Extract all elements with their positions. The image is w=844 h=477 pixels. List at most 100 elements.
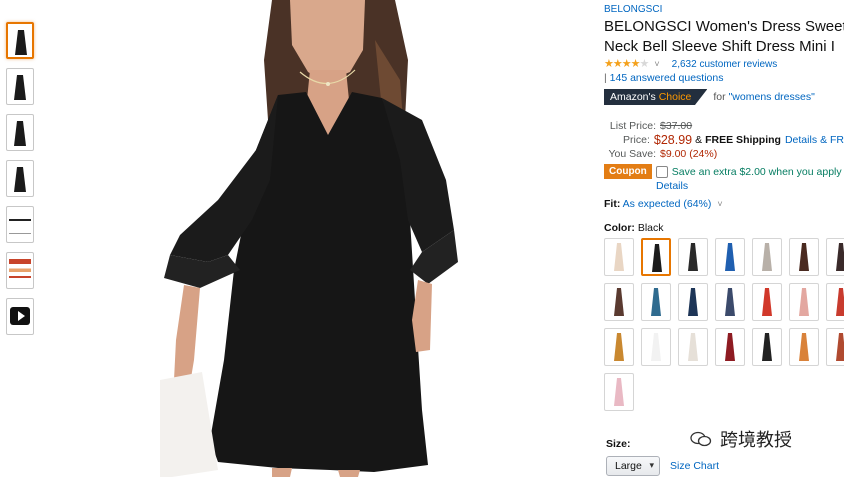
color-swatch[interactable] bbox=[678, 238, 708, 276]
answered-questions-link[interactable]: 145 answered questions bbox=[610, 72, 724, 84]
swatch-dress-icon bbox=[651, 288, 661, 316]
color-swatch[interactable] bbox=[752, 238, 782, 276]
color-swatch[interactable] bbox=[641, 283, 671, 321]
price-amp: & bbox=[695, 134, 703, 146]
color-value: Black bbox=[637, 222, 664, 234]
watermark: 跨境教授 bbox=[690, 426, 792, 452]
color-row: Color: Black bbox=[604, 222, 844, 234]
swatch-dress-icon bbox=[799, 333, 809, 361]
size-chart-link[interactable]: Size Chart bbox=[670, 460, 719, 472]
thumbnail-dress-icon bbox=[14, 167, 26, 192]
swatch-dress-icon bbox=[614, 333, 624, 361]
badge-choice: Choice bbox=[658, 91, 692, 103]
fit-chevron-down-icon[interactable]: ˅ bbox=[717, 199, 722, 209]
thumbnail-6[interactable] bbox=[6, 252, 34, 289]
swatch-dress-icon bbox=[614, 378, 624, 406]
swatch-dress-icon bbox=[688, 288, 698, 316]
you-save-row: You Save: $9.00 (24%) bbox=[604, 147, 844, 161]
list-price-value: $37.00 bbox=[660, 120, 693, 132]
swatch-dress-icon bbox=[725, 288, 735, 316]
thumbnail-strip bbox=[6, 22, 38, 344]
badge-for: for bbox=[713, 91, 726, 103]
thumbnail-size-table-icon bbox=[9, 219, 31, 234]
color-swatch[interactable] bbox=[604, 328, 634, 366]
product-page: BELONGSCI BELONGSCI Women's Dress Sweet … bbox=[0, 0, 844, 477]
color-swatch[interactable] bbox=[715, 283, 745, 321]
chevron-down-icon[interactable]: ˅ bbox=[654, 58, 659, 71]
color-swatch[interactable] bbox=[826, 238, 844, 276]
amazons-choice-row: Amazon's Choice for "womens dresses" bbox=[604, 89, 844, 105]
thumbnail-dress-icon bbox=[14, 75, 26, 100]
color-swatch[interactable] bbox=[641, 238, 671, 276]
thumbnail-size-chart-icon bbox=[9, 259, 31, 283]
swatch-dress-icon bbox=[614, 243, 624, 271]
you-save-value: $9.00 (24%) bbox=[660, 148, 718, 160]
thumbnail-3[interactable] bbox=[6, 114, 34, 151]
color-swatch[interactable] bbox=[752, 328, 782, 366]
swatch-dress-icon bbox=[762, 288, 772, 316]
color-swatch-grid bbox=[604, 238, 844, 411]
color-swatch[interactable] bbox=[715, 328, 745, 366]
color-swatch[interactable] bbox=[789, 328, 819, 366]
brand-link[interactable]: BELONGSCI bbox=[604, 4, 844, 16]
fit-row: Fit: As expected (64%) ˅ bbox=[604, 198, 844, 210]
you-save-label: You Save: bbox=[608, 148, 657, 160]
color-swatch[interactable] bbox=[826, 283, 844, 321]
customer-reviews-link[interactable]: 2,632 customer reviews bbox=[672, 58, 778, 71]
color-swatch[interactable] bbox=[678, 283, 708, 321]
free-shipping-text: FREE Shipping bbox=[705, 134, 781, 146]
shipping-details-link[interactable]: Details bbox=[785, 133, 817, 147]
price-label: Price: bbox=[623, 134, 650, 146]
color-swatch[interactable] bbox=[641, 328, 671, 366]
coupon-checkbox[interactable] bbox=[655, 165, 668, 178]
fit-value-link[interactable]: As expected (64%) bbox=[623, 198, 712, 210]
swatch-dress-icon bbox=[688, 243, 698, 271]
thumbnail-2[interactable] bbox=[6, 68, 34, 105]
color-swatch[interactable] bbox=[604, 238, 634, 276]
swatch-dress-icon bbox=[651, 333, 661, 361]
price-row: Price: $28.99 & FREE Shipping Details & … bbox=[604, 133, 844, 147]
dress-model-image bbox=[160, 0, 458, 477]
color-swatch[interactable] bbox=[789, 238, 819, 276]
color-swatch[interactable] bbox=[789, 283, 819, 321]
size-label: Size: bbox=[606, 438, 631, 450]
color-swatch[interactable] bbox=[678, 328, 708, 366]
shipping-amp-truncated: & FR bbox=[820, 134, 844, 146]
swatch-dress-icon bbox=[614, 288, 624, 316]
qa-separator: | bbox=[604, 72, 607, 84]
play-icon bbox=[10, 307, 30, 325]
rating-row: ★ ★ ★ ★ ★ ˅ 2,632 customer reviews bbox=[604, 58, 844, 71]
swatch-dress-icon bbox=[836, 333, 844, 361]
swatch-dress-icon bbox=[725, 243, 735, 271]
coupon-details-link[interactable]: Details bbox=[656, 180, 844, 192]
thumbnail-5[interactable] bbox=[6, 206, 34, 243]
thumbnail-dress-icon bbox=[15, 30, 27, 55]
color-swatch[interactable] bbox=[604, 373, 634, 411]
swatch-dress-icon bbox=[799, 243, 809, 271]
thumbnail-1[interactable] bbox=[6, 22, 34, 59]
swatch-dress-icon bbox=[836, 288, 844, 316]
coupon-badge: Coupon bbox=[604, 164, 652, 179]
swatch-dress-icon bbox=[836, 243, 844, 271]
fit-label: Fit: bbox=[604, 198, 621, 210]
thumbnail-video[interactable] bbox=[6, 298, 34, 335]
answered-questions-row: | 145 answered questions bbox=[604, 71, 844, 85]
coupon-row: Coupon Save an extra $2.00 when you appl… bbox=[604, 164, 844, 179]
thumbnail-dress-icon bbox=[14, 121, 26, 146]
amazons-choice-badge[interactable]: Amazon's Choice bbox=[604, 89, 708, 105]
badge-category: for "womens dresses" bbox=[713, 91, 814, 103]
color-swatch[interactable] bbox=[604, 283, 634, 321]
coupon-text[interactable]: Save an extra $2.00 when you apply bbox=[672, 166, 842, 178]
list-price-label: List Price: bbox=[609, 120, 656, 132]
main-product-image[interactable] bbox=[160, 0, 458, 477]
size-select[interactable]: Large ▾ bbox=[606, 456, 660, 476]
badge-query-link[interactable]: "womens dresses" bbox=[729, 91, 815, 103]
swatch-dress-icon bbox=[762, 243, 772, 271]
swatch-dress-icon bbox=[762, 333, 772, 361]
star-rating-icon[interactable]: ★ ★ ★ ★ ★ bbox=[604, 58, 649, 71]
color-swatch[interactable] bbox=[826, 328, 844, 366]
swatch-dress-icon bbox=[725, 333, 735, 361]
thumbnail-4[interactable] bbox=[6, 160, 34, 197]
color-swatch[interactable] bbox=[715, 238, 745, 276]
color-swatch[interactable] bbox=[752, 283, 782, 321]
